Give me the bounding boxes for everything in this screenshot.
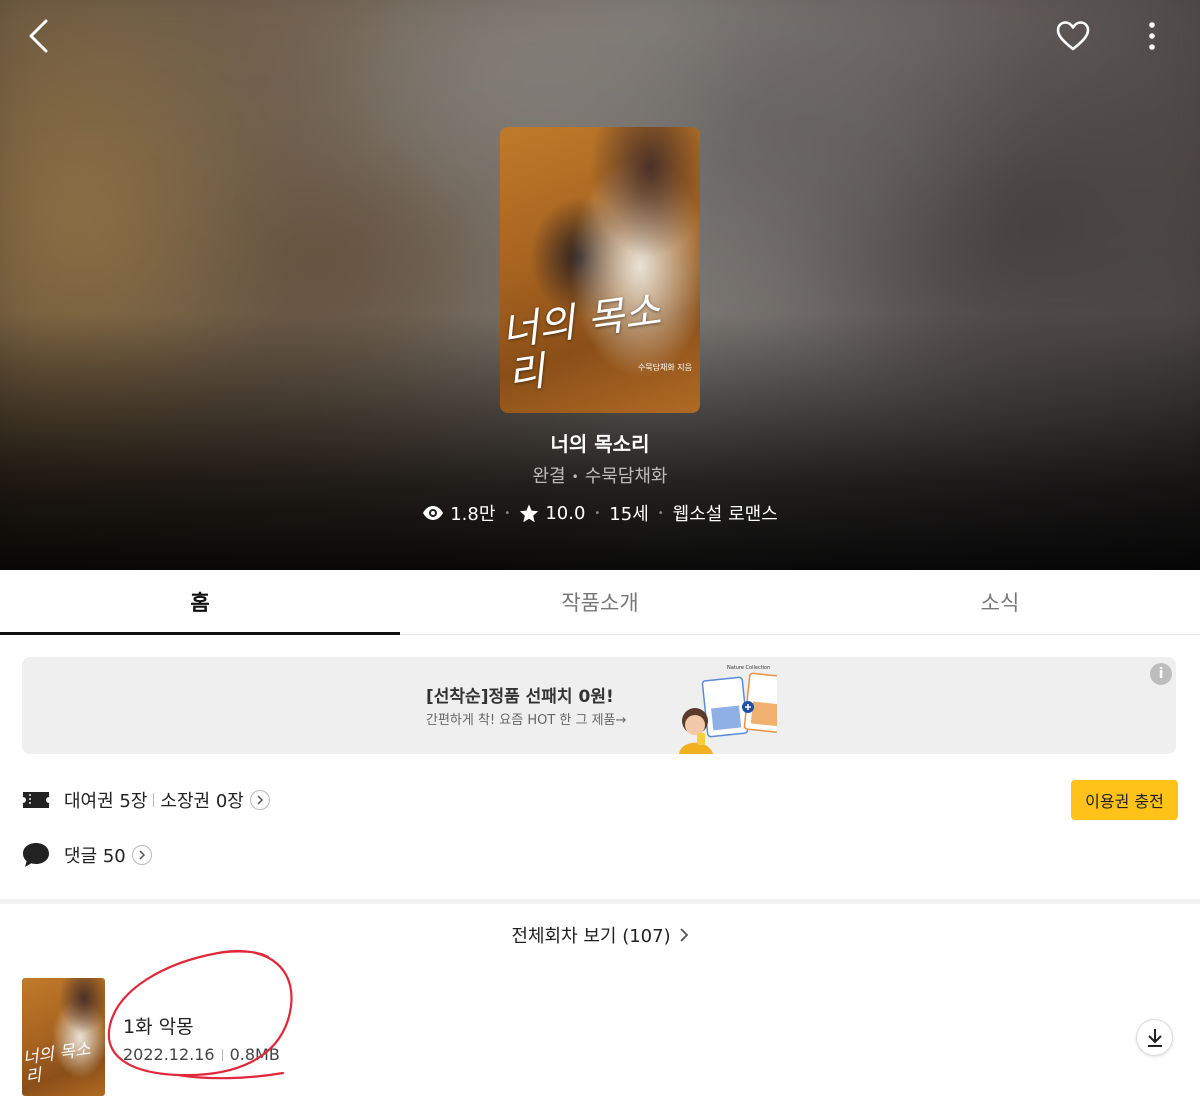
chevron-right-icon [249, 790, 270, 810]
view-count: 1.8만 [450, 504, 496, 525]
separator-dot: • [504, 507, 511, 519]
ad-description: 간편하게 착! 요즘 HOT 한 그 제품→ [426, 713, 627, 728]
separator-dot: • [571, 470, 579, 484]
episode-thumbnail: 너의 목소리 [22, 978, 105, 1096]
episode-date: 2022.12.16 [123, 1045, 215, 1064]
view-all-episodes-label: 전체회차 보기 (107) [511, 926, 671, 947]
star-icon [519, 504, 539, 523]
view-all-episodes-link[interactable]: 전체회차 보기 (107) [0, 920, 1200, 950]
ad-title: [선착순]정품 선패치 0원! [426, 687, 614, 707]
charge-ticket-button[interactable]: 이용권 충전 [1071, 780, 1178, 820]
download-icon [1147, 1028, 1162, 1047]
work-status: 완결 [532, 466, 566, 487]
heart-icon [1056, 21, 1090, 51]
favorite-button[interactable] [1050, 14, 1096, 58]
back-icon [29, 19, 48, 53]
divider [153, 793, 155, 807]
rental-ticket-count: 대여권 5장 [64, 791, 148, 812]
separator-dot: • [657, 507, 664, 519]
separator-dot: • [594, 507, 601, 519]
more-vertical-icon [1149, 22, 1155, 50]
back-button[interactable] [18, 14, 58, 58]
tab-bar: 홈 작품소개 소식 [0, 570, 1200, 635]
age-rating: 15세 [609, 504, 649, 525]
ad-info-button[interactable]: i [1150, 663, 1172, 685]
more-button[interactable] [1136, 14, 1168, 58]
eye-icon [422, 505, 444, 521]
episode-item[interactable]: 너의 목소리 1화 악몽 2022.12.16 0.8MB [22, 978, 1178, 1096]
cover-author: 수묵담채화 지음 [637, 363, 692, 372]
tab-news[interactable]: 소식 [800, 570, 1200, 634]
ticket-info-row[interactable]: 대여권 5장 소장권 0장 [22, 785, 270, 815]
episode-meta: 2022.12.16 0.8MB [123, 1045, 280, 1064]
divider [221, 1048, 223, 1061]
genre: 웹소설 로맨스 [672, 504, 778, 525]
rating-value: 10.0 [545, 502, 586, 524]
comments-row[interactable]: 댓글 50 [22, 840, 152, 870]
work-subtitle: 완결 • 수묵담채화 [0, 462, 1200, 488]
chevron-right-icon [131, 845, 152, 865]
work-title: 너의 목소리 [550, 432, 650, 456]
ad-brand: Nature Collection [727, 665, 770, 671]
chevron-right-icon [679, 927, 689, 943]
section-divider [0, 899, 1200, 904]
work-meta: 1.8만 • 10.0 • 15세 • 웹소설 로맨스 [0, 500, 1200, 526]
download-button[interactable] [1136, 1019, 1173, 1056]
comment-count: 댓글 50 [64, 846, 126, 867]
book-cover: 너의 목소리 수묵담채화 지음 [500, 127, 700, 413]
hero-section: 너의 목소리 수묵담채화 지음 너의 목소리 완결 • 수묵담채화 1.8만 • 1… [0, 0, 1200, 570]
owned-ticket-count: 소장권 0장 [160, 791, 244, 812]
episode-size: 0.8MB [229, 1045, 280, 1064]
episode-thumbnail-title: 너의 목소리 [22, 1039, 92, 1088]
ad-product-image: Nature Collection [679, 665, 777, 754]
ad-banner[interactable]: [선착순]정품 선패치 0원! 간편하게 착! 요즘 HOT 한 그 제품→ N… [22, 657, 1176, 754]
episode-title: 1화 악몽 [123, 1016, 194, 1038]
tab-introduction[interactable]: 작품소개 [400, 570, 800, 634]
work-author: 수묵담채화 [584, 466, 668, 487]
ticket-icon [22, 785, 52, 815]
comment-bubble-icon [22, 840, 52, 870]
tab-home[interactable]: 홈 [0, 570, 400, 635]
